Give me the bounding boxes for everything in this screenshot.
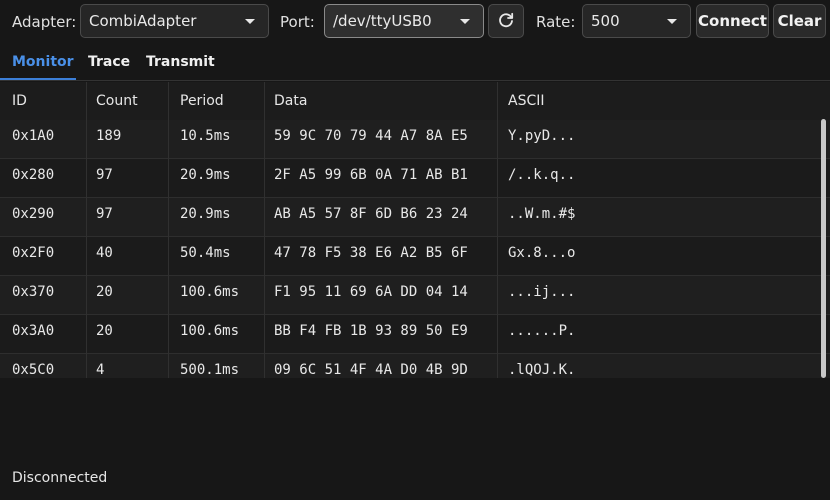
- column-divider: [497, 82, 498, 378]
- table-row[interactable]: 0x2F0 40 50.4ms 47 78 F5 38 E6 A2 B5 6F …: [0, 237, 830, 276]
- cell-ascii: ..W.m.#$: [508, 206, 576, 222]
- active-tab-indicator: [0, 78, 76, 80]
- table-body: 0x1A0 189 10.5ms 59 9C 70 79 44 A7 8A E5…: [0, 120, 830, 378]
- cell-ascii: ...ij...: [508, 284, 576, 300]
- tab-bar: Monitor Trace Transmit: [0, 44, 830, 81]
- cell-period: 100.6ms: [180, 323, 240, 339]
- table-row[interactable]: 0x5C0 4 500.1ms 09 6C 51 4F 4A D0 4B 9D …: [0, 354, 830, 378]
- cell-period: 50.4ms: [180, 245, 231, 261]
- cell-id: 0x2F0: [12, 245, 55, 261]
- cell-period: 100.6ms: [180, 284, 240, 300]
- connect-button[interactable]: Connect: [696, 4, 769, 38]
- cell-id: 0x280: [12, 167, 55, 183]
- cell-data: 09 6C 51 4F 4A D0 4B 9D: [274, 362, 468, 378]
- table-row[interactable]: 0x370 20 100.6ms F1 95 11 69 6A DD 04 14…: [0, 276, 830, 315]
- adapter-select-value: CombiAdapter: [89, 12, 197, 30]
- cell-count: 97: [96, 167, 113, 183]
- cell-period: 20.9ms: [180, 206, 231, 222]
- cell-ascii: /..k.q..: [508, 167, 576, 183]
- adapter-label: Adapter:: [12, 13, 77, 31]
- cell-period: 20.9ms: [180, 167, 231, 183]
- cell-count: 189: [96, 128, 122, 144]
- port-select[interactable]: /dev/ttyUSB0: [324, 4, 484, 38]
- table-row[interactable]: 0x1A0 189 10.5ms 59 9C 70 79 44 A7 8A E5…: [0, 120, 830, 159]
- tab-trace[interactable]: Trace: [88, 54, 130, 70]
- monitor-table: ID Count Period Data ASCII 0x1A0 189 10.…: [0, 82, 830, 378]
- cell-id: 0x1A0: [12, 128, 55, 144]
- cell-id: 0x5C0: [12, 362, 55, 378]
- cell-data: 47 78 F5 38 E6 A2 B5 6F: [274, 245, 468, 261]
- cell-count: 20: [96, 323, 113, 339]
- rate-select[interactable]: 500: [582, 4, 691, 38]
- column-header-period[interactable]: Period: [168, 82, 264, 120]
- tab-transmit[interactable]: Transmit: [146, 54, 215, 70]
- cell-data: F1 95 11 69 6A DD 04 14: [274, 284, 468, 300]
- cell-period: 500.1ms: [180, 362, 240, 378]
- cell-period: 10.5ms: [180, 128, 231, 144]
- chevron-down-icon: [245, 19, 255, 24]
- table-scrollbar[interactable]: [821, 119, 826, 378]
- cell-ascii: Y.pyD...: [508, 128, 576, 144]
- tab-monitor[interactable]: Monitor: [12, 54, 74, 70]
- cell-data: BB F4 FB 1B 93 89 50 E9: [274, 323, 468, 339]
- cell-id: 0x3A0: [12, 323, 55, 339]
- refresh-icon: [499, 12, 514, 28]
- rate-label: Rate:: [536, 13, 576, 31]
- cell-ascii: Gx.8...o: [508, 245, 576, 261]
- port-label: Port:: [280, 13, 315, 31]
- column-header-id[interactable]: ID: [0, 82, 86, 120]
- cell-ascii: .lQOJ.K.: [508, 362, 576, 378]
- cell-data: AB A5 57 8F 6D B6 23 24: [274, 206, 468, 222]
- table-row[interactable]: 0x280 97 20.9ms 2F A5 99 6B 0A 71 AB B1 …: [0, 159, 830, 198]
- cell-ascii: ......P.: [508, 323, 576, 339]
- column-header-count[interactable]: Count: [84, 82, 168, 120]
- chevron-down-icon: [667, 19, 677, 24]
- refresh-ports-button[interactable]: [488, 4, 524, 38]
- column-divider: [86, 82, 87, 378]
- table-header: ID Count Period Data ASCII: [0, 82, 830, 120]
- cell-id: 0x290: [12, 206, 55, 222]
- toolbar: Adapter: CombiAdapter Port: /dev/ttyUSB0…: [0, 0, 830, 44]
- connection-status: Disconnected: [12, 470, 108, 486]
- column-divider: [264, 82, 265, 378]
- app-window: Adapter: CombiAdapter Port: /dev/ttyUSB0…: [0, 0, 830, 500]
- adapter-select[interactable]: CombiAdapter: [80, 4, 269, 38]
- table-row[interactable]: 0x290 97 20.9ms AB A5 57 8F 6D B6 23 24 …: [0, 198, 830, 237]
- column-header-ascii[interactable]: ASCII: [496, 82, 816, 120]
- cell-data: 2F A5 99 6B 0A 71 AB B1: [274, 167, 468, 183]
- column-header-data[interactable]: Data: [262, 82, 496, 120]
- cell-count: 4: [96, 362, 105, 378]
- cell-count: 20: [96, 284, 113, 300]
- chevron-down-icon: [460, 19, 470, 24]
- cell-count: 40: [96, 245, 113, 261]
- column-divider: [168, 82, 169, 378]
- rate-select-value: 500: [591, 12, 620, 30]
- cell-id: 0x370: [12, 284, 55, 300]
- clear-button[interactable]: Clear: [773, 4, 826, 38]
- cell-count: 97: [96, 206, 113, 222]
- table-row[interactable]: 0x3A0 20 100.6ms BB F4 FB 1B 93 89 50 E9…: [0, 315, 830, 354]
- cell-data: 59 9C 70 79 44 A7 8A E5: [274, 128, 468, 144]
- port-select-value: /dev/ttyUSB0: [333, 12, 432, 30]
